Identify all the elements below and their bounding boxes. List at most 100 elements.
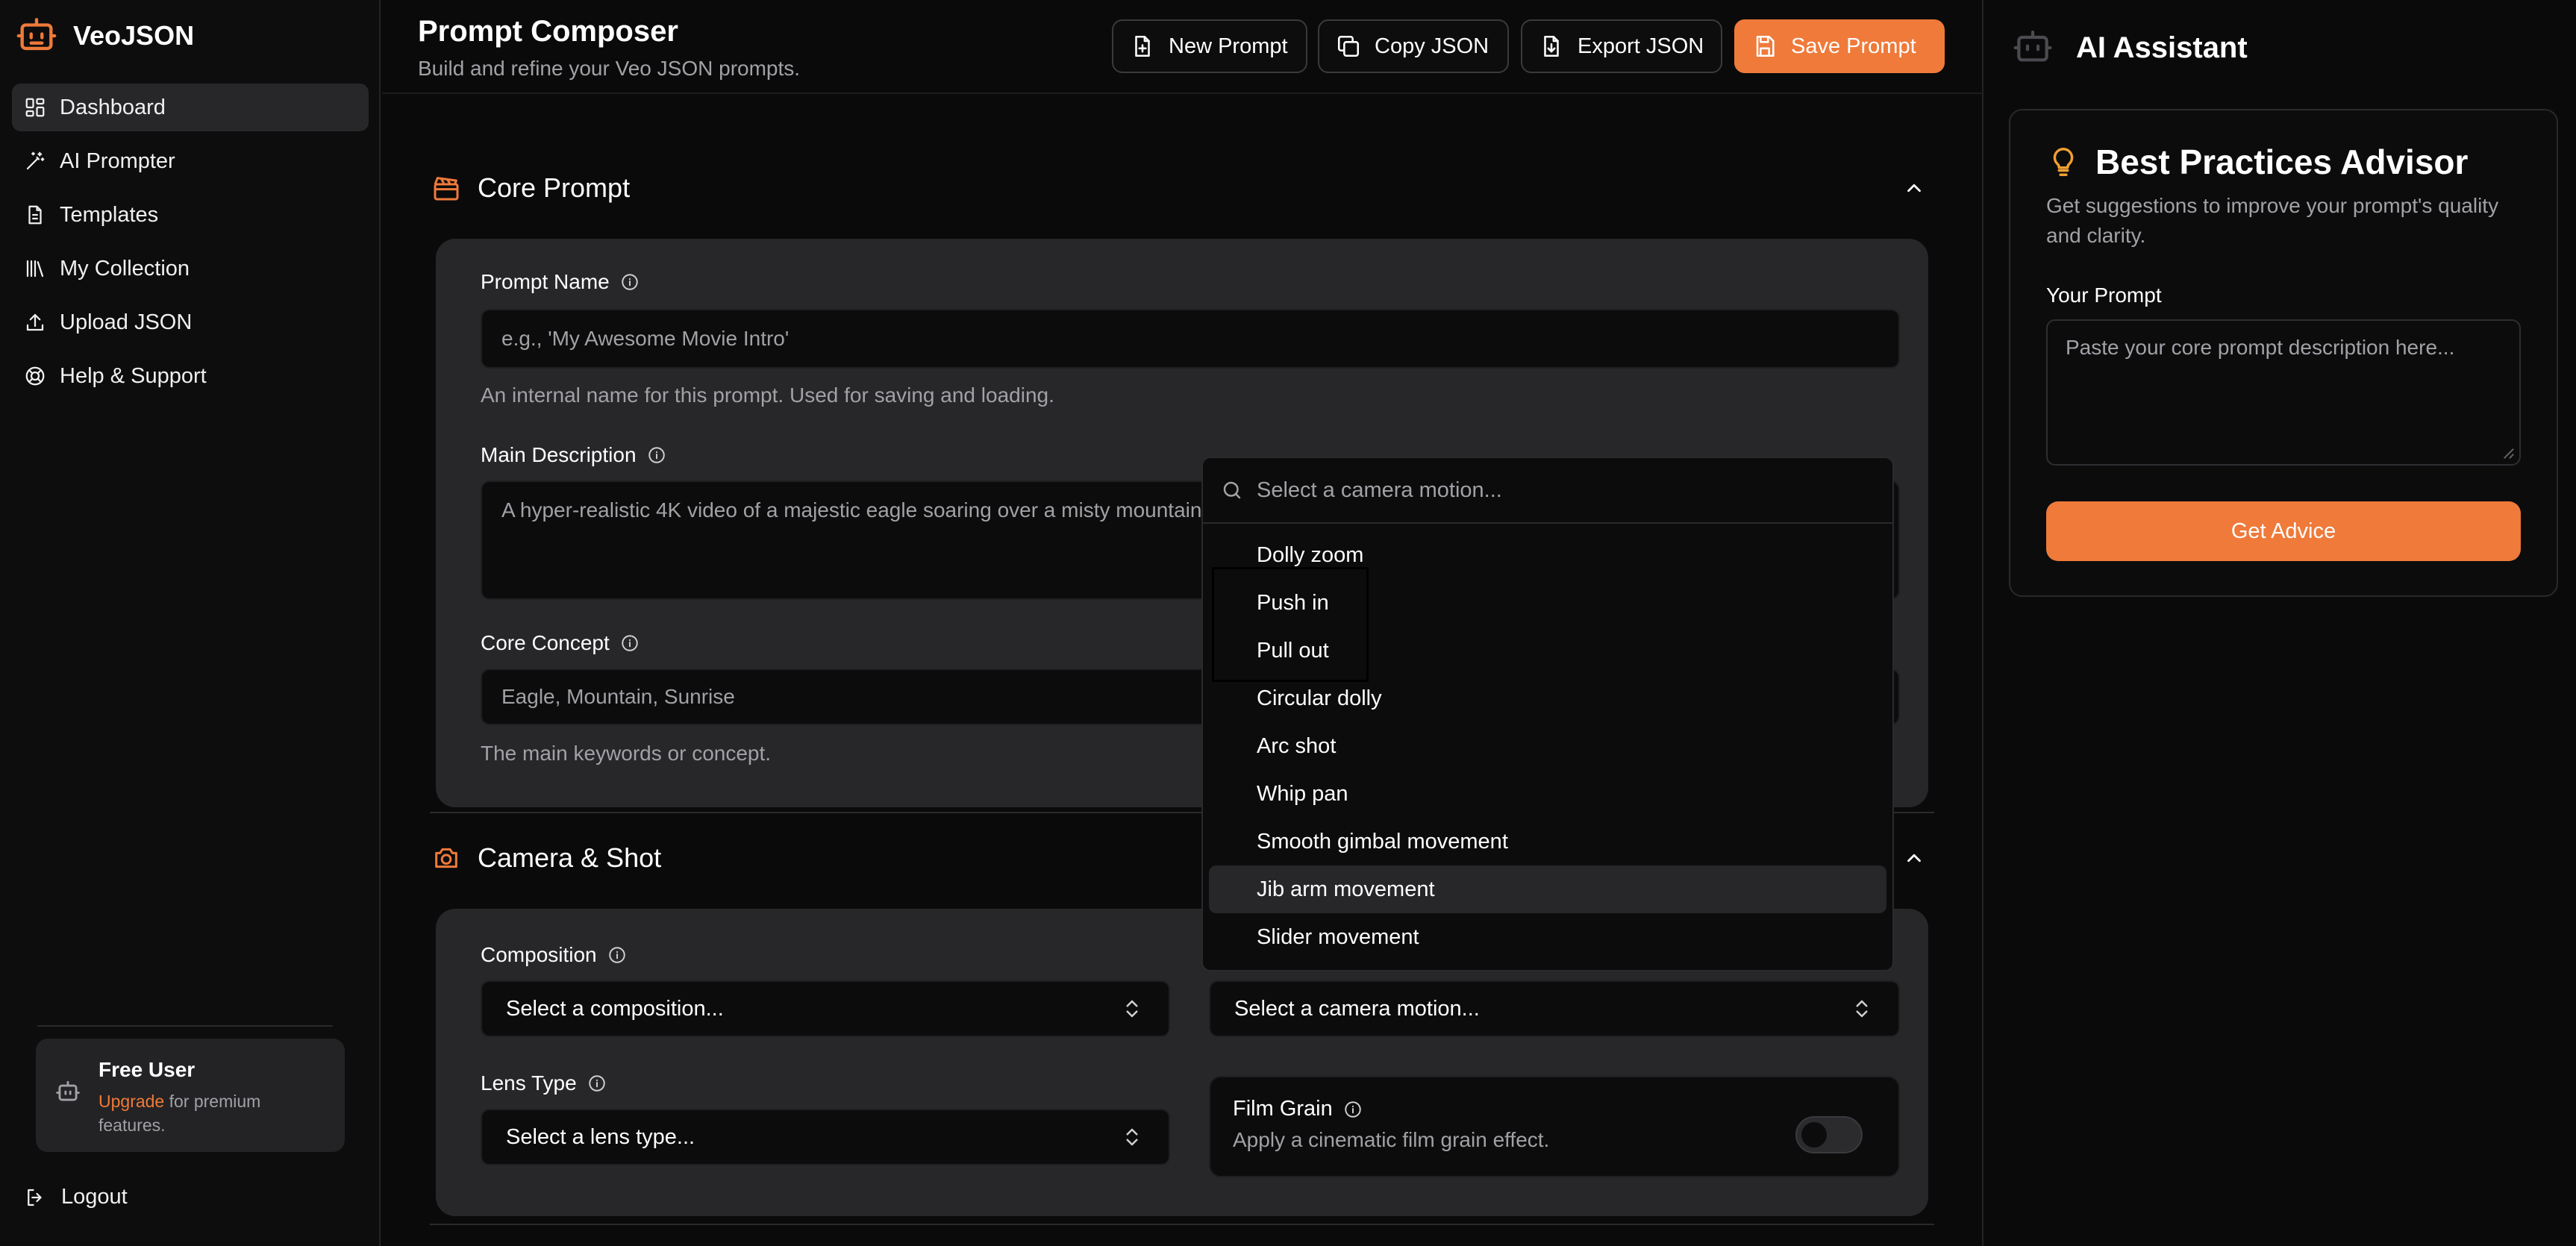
your-prompt-placeholder: Paste your core prompt description here.… (2066, 336, 2455, 359)
sidebar-item-my-collection[interactable]: My Collection (12, 245, 369, 292)
page-subtitle: Build and refine your Veo JSON prompts. (418, 57, 801, 80)
camera-motion-select-value: Select a camera motion... (1234, 996, 1480, 1021)
camera-shot-title: Camera & Shot (478, 842, 662, 873)
dropdown-option[interactable]: Slider movement (1209, 913, 1886, 961)
upgrade-link[interactable]: Upgrade (99, 1092, 164, 1111)
sidebar-item-label: Help & Support (60, 363, 207, 388)
save-prompt-label: Save Prompt (1791, 34, 1916, 58)
lightbulb-icon (2053, 148, 2074, 176)
sidebar-nav: Dashboard AI Prompter Templates My Colle… (12, 84, 369, 406)
main-description-label-text: Main Description (481, 443, 637, 466)
dropdown-option-highlighted[interactable]: Jib arm movement (1209, 865, 1886, 913)
core-prompt-header[interactable]: Core Prompt (431, 166, 1931, 210)
logout-icon (28, 1189, 42, 1206)
core-concept-label: Core Concept (481, 631, 640, 655)
core-concept-help: The main keywords or concept. (481, 742, 772, 765)
lens-type-label-text: Lens Type (481, 1071, 577, 1095)
info-icon[interactable] (607, 945, 627, 965)
sidebar-item-upload-json[interactable]: Upload JSON (12, 298, 369, 346)
your-prompt-textarea[interactable]: Paste your core prompt description here.… (2046, 319, 2521, 466)
film-grain-title: Film Grain (1233, 1097, 1363, 1121)
your-prompt-label: Your Prompt (2046, 284, 2162, 307)
document-icon (28, 205, 42, 225)
section-divider (430, 1224, 1934, 1225)
logout-label: Logout (61, 1185, 128, 1209)
brand[interactable]: VeoJSON (15, 15, 194, 57)
sidebar-divider (37, 1025, 333, 1027)
sidebar-item-label: AI Prompter (60, 148, 175, 173)
magic-wand-icon (26, 151, 45, 170)
best-practices-card: Best Practices Advisor Get suggestions t… (2009, 109, 2558, 597)
dropdown-option[interactable]: Smooth gimbal movement (1209, 818, 1886, 865)
chevron-up-down-icon (1126, 1128, 1138, 1146)
sidebar-item-templates[interactable]: Templates (12, 191, 369, 239)
new-prompt-button[interactable]: New Prompt (1112, 19, 1307, 73)
prompt-name-input[interactable]: e.g., 'My Awesome Movie Intro' (481, 309, 1900, 369)
lens-type-select[interactable]: Select a lens type... (481, 1109, 1170, 1165)
sidebar-item-help-support[interactable]: Help & Support (12, 352, 369, 400)
sidebar-item-label: Dashboard (60, 95, 166, 119)
robot-logo-icon (16, 18, 57, 51)
dropdown-option[interactable]: Whip pan (1209, 770, 1886, 818)
prompt-name-label-text: Prompt Name (481, 270, 610, 293)
advisor-description: Get suggestions to improve your prompt's… (2046, 194, 2499, 247)
save-icon (1756, 35, 1775, 57)
film-grain-description: Apply a cinematic film grain effect. (1233, 1128, 1550, 1151)
dashboard-icon (25, 98, 45, 117)
file-plus-icon (1135, 35, 1150, 57)
info-icon[interactable] (1343, 1100, 1363, 1119)
camera-motion-search[interactable]: Select a camera motion... (1203, 458, 1892, 524)
main-description-label: Main Description (481, 443, 666, 467)
export-json-button[interactable]: Export JSON (1521, 19, 1722, 73)
topbar: Prompt Composer Build and refine your Ve… (382, 0, 1982, 94)
info-icon[interactable] (620, 272, 640, 292)
camera-motion-search-placeholder: Select a camera motion... (1257, 478, 1502, 502)
chevron-up-icon[interactable] (1903, 847, 1925, 869)
lifebuoy-icon (25, 366, 45, 386)
chevron-up-down-icon (1126, 1000, 1138, 1018)
sidebar-item-label: My Collection (60, 256, 190, 281)
prompt-name-label: Prompt Name (481, 270, 640, 294)
info-icon[interactable] (587, 1074, 607, 1093)
film-grain-card: Film Grain Apply a cinematic film grain … (1209, 1076, 1900, 1177)
user-plan-card: Free User Upgrade for premium features. (36, 1039, 345, 1152)
save-prompt-button[interactable]: Save Prompt (1734, 19, 1945, 73)
sidebar-item-dashboard[interactable]: Dashboard (12, 84, 369, 131)
advisor-title-text: Best Practices Advisor (2095, 143, 2469, 181)
sidebar-item-label: Templates (60, 202, 159, 227)
ai-assistant-title: AI Assistant (2076, 31, 2248, 64)
lens-type-select-value: Select a lens type... (506, 1124, 695, 1149)
dropdown-option[interactable]: Arc shot (1209, 722, 1886, 770)
copy-json-button[interactable]: Copy JSON (1318, 19, 1509, 73)
composition-select[interactable]: Select a composition... (481, 980, 1170, 1037)
chevron-up-icon[interactable] (1903, 177, 1925, 199)
library-icon (26, 260, 44, 278)
composition-label: Composition (481, 943, 627, 967)
advisor-title: Best Practices Advisor (2046, 142, 2468, 182)
app-root: VeoJSON Dashboard AI Prompter Templates … (0, 0, 2576, 1246)
copy-icon (1337, 35, 1360, 57)
upload-icon (26, 313, 44, 331)
get-advice-button[interactable]: Get Advice (2046, 501, 2521, 561)
composition-select-value: Select a composition... (506, 996, 724, 1021)
export-json-label: Export JSON (1578, 34, 1704, 58)
ai-assistant-header: AI Assistant (2012, 27, 2248, 69)
sidebar: VeoJSON Dashboard AI Prompter Templates … (0, 0, 381, 1246)
composition-label-text: Composition (481, 943, 597, 966)
chevron-up-down-icon (1856, 1000, 1868, 1018)
logout-button[interactable]: Logout (24, 1185, 128, 1209)
sidebar-item-label: Upload JSON (60, 310, 193, 334)
focus-outline (1212, 567, 1369, 682)
user-plan-text: Upgrade for premium features. (99, 1089, 327, 1137)
new-prompt-label: New Prompt (1169, 34, 1288, 58)
info-icon[interactable] (620, 633, 640, 653)
sidebar-item-ai-prompter[interactable]: AI Prompter (12, 137, 369, 185)
core-concept-label-text: Core Concept (481, 631, 610, 654)
info-icon[interactable] (647, 445, 666, 465)
camera-icon (435, 848, 457, 868)
camera-motion-select[interactable]: Select a camera motion... (1209, 980, 1900, 1037)
core-prompt-title: Core Prompt (478, 172, 631, 203)
resize-grip-icon[interactable] (2501, 446, 2515, 460)
user-plan-title: Free User (99, 1058, 196, 1081)
film-grain-toggle[interactable] (1795, 1116, 1863, 1153)
